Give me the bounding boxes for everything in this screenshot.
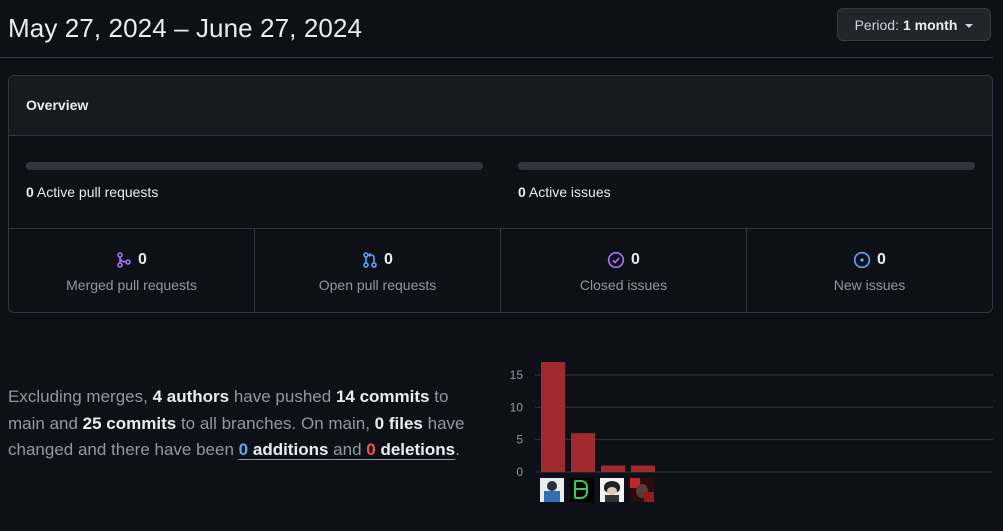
summary-text: and xyxy=(333,440,362,459)
git-pull-request-icon xyxy=(363,252,377,268)
commits-all-count: 25 commits xyxy=(82,413,177,433)
active-pull-requests-link[interactable]: 0 Active pull requests xyxy=(26,184,158,200)
additions-deletions-link[interactable]: 0 additions and 0 deletions xyxy=(239,440,455,459)
author-avatar[interactable] xyxy=(600,478,624,502)
summary-text: to all branches. On main, xyxy=(180,413,370,433)
summary-text: . xyxy=(455,440,460,459)
author-avatar[interactable] xyxy=(570,478,594,502)
chart-bar-author-4[interactable] xyxy=(631,465,655,472)
period-dropdown-button[interactable]: Period: 1 month xyxy=(837,8,991,41)
commit-summary: Excluding merges, 4 authors have pushed … xyxy=(8,384,488,464)
active-pull-requests-count: 0 xyxy=(26,184,34,200)
merged-pull-requests-label: Merged pull requests xyxy=(66,277,197,293)
chart-bar-author-1[interactable] xyxy=(541,362,565,472)
git-merge-icon xyxy=(117,252,131,268)
active-issues-link[interactable]: 0 Active issues xyxy=(518,184,611,200)
commits-main-count: 14 commits xyxy=(335,387,430,406)
stat-new-issues[interactable]: 0 New issues xyxy=(747,229,992,312)
deletions-label: deletions xyxy=(380,440,456,459)
new-issues-count: 0 xyxy=(877,251,886,268)
overview-title: Overview xyxy=(26,97,89,113)
merged-pull-requests-count: 0 xyxy=(138,251,147,268)
active-issues-label: Active issues xyxy=(528,184,611,200)
additions-count: 0 xyxy=(238,440,249,459)
closed-issues-count: 0 xyxy=(631,251,640,268)
authors-count: 4 authors xyxy=(152,387,230,406)
chart-bar-author-3[interactable] xyxy=(601,465,625,472)
open-pull-requests-label: Open pull requests xyxy=(318,277,437,293)
issues-progress-bar xyxy=(518,162,975,170)
period-value: 1 month xyxy=(902,16,958,33)
open-pull-requests-count: 0 xyxy=(384,251,393,268)
additions-label: additions xyxy=(252,440,329,459)
stat-open-pull-requests[interactable]: 0 Open pull requests xyxy=(255,229,501,312)
pulse-header: May 27, 2024 – June 27, 2024 Period: 1 m… xyxy=(0,0,993,58)
caret-down-icon xyxy=(965,23,974,28)
deletions-count: 0 xyxy=(366,440,376,459)
overview-stats: 0 Merged pull requests 0 Open pull reque… xyxy=(9,229,992,312)
new-issues-label: New issues xyxy=(833,277,906,293)
period-label: Period: xyxy=(854,16,899,33)
pull-requests-progress-bar xyxy=(26,162,483,170)
y-tick-label: 10 xyxy=(510,400,524,414)
author-avatar[interactable] xyxy=(540,478,564,502)
activity-bars: 0 Active pull requests 0 Active issues xyxy=(9,136,992,229)
active-issues-count: 0 xyxy=(518,184,526,200)
closed-issues-label: Closed issues xyxy=(579,277,668,293)
summary-text: have pushed xyxy=(233,387,332,406)
files-changed-count: 0 files xyxy=(374,413,423,433)
y-tick-label: 0 xyxy=(516,465,523,479)
author-avatar[interactable] xyxy=(630,478,654,502)
overview-panel: Overview 0 Active pull requests 0 Active… xyxy=(8,75,993,313)
stat-closed-issues[interactable]: 0 Closed issues xyxy=(501,229,747,312)
contributors-bar-chart: 0 5 10 15 xyxy=(505,355,995,505)
y-tick-label: 5 xyxy=(516,433,523,447)
issue-closed-icon xyxy=(607,251,625,269)
active-pull-requests-label: Active pull requests xyxy=(36,184,159,200)
issue-opened-icon xyxy=(853,251,871,269)
stat-merged-pull-requests[interactable]: 0 Merged pull requests xyxy=(9,229,255,312)
date-range-title: May 27, 2024 – June 27, 2024 xyxy=(8,13,363,43)
overview-header: Overview xyxy=(9,76,992,136)
y-tick-label: 15 xyxy=(510,368,524,382)
summary-text: Excluding merges, xyxy=(8,387,148,406)
chart-bar-author-2[interactable] xyxy=(571,433,595,472)
